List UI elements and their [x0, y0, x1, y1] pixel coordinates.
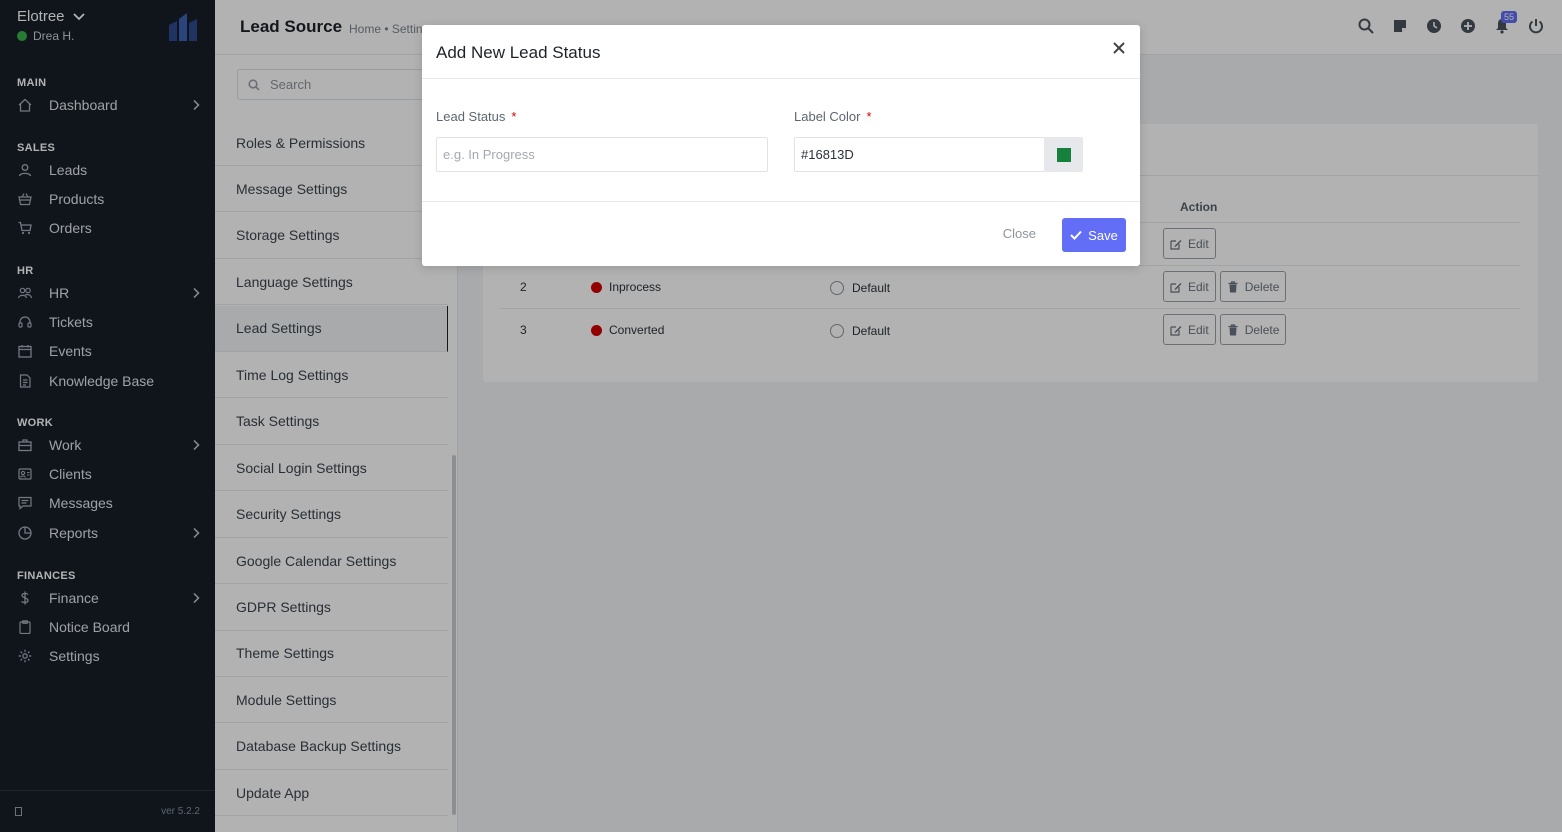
lead-status-label: Lead Status *: [436, 109, 517, 124]
color-swatch-icon: [1056, 147, 1071, 162]
color-picker-button[interactable]: [1044, 137, 1083, 172]
close-icon[interactable]: [1112, 41, 1126, 55]
label-color-input[interactable]: [794, 137, 1045, 172]
save-button[interactable]: Save: [1062, 218, 1126, 252]
close-button[interactable]: Close: [1003, 226, 1036, 241]
lead-status-input[interactable]: [436, 137, 768, 172]
label-color-label: Label Color *: [794, 109, 872, 124]
modal-title: Add New Lead Status: [436, 43, 601, 62]
add-lead-status-modal: Add New Lead Status Lead Status* Label C…: [422, 25, 1140, 266]
check-icon: [1070, 230, 1082, 240]
